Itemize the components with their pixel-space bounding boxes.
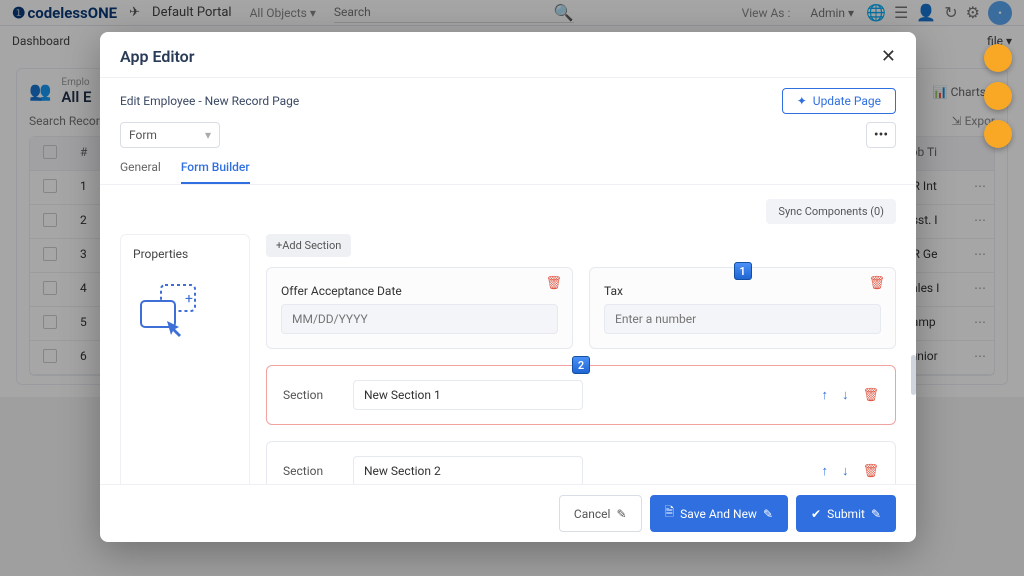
category-label: Emplo [61,77,91,88]
pencil-icon: ✎ [616,507,626,521]
row-checkbox[interactable] [43,179,57,193]
properties-panel: Properties + [120,234,250,484]
close-button[interactable]: ✕ [881,46,896,67]
globe-icon[interactable]: 🌐 [866,3,886,22]
row-actions[interactable]: ⋯ [964,171,994,205]
section-row-2[interactable]: Section ↑ ↓ 🗑 [266,441,896,484]
gear-icon[interactable]: ⚙ [966,3,980,22]
properties-label: Properties [133,247,237,261]
modal-title: App Editor [120,47,195,66]
row-actions[interactable]: ⋯ [964,341,994,375]
row-actions[interactable]: ⋯ [964,273,994,307]
row-actions[interactable]: ⋯ [964,205,994,239]
row-checkbox[interactable] [43,213,57,227]
move-up-button[interactable]: ↑ [821,463,828,479]
delete-section-button[interactable]: 🗑 [862,464,879,479]
chevron-down-icon: ▾ [205,128,211,142]
fab-3[interactable] [984,120,1012,148]
user-icon[interactable]: 👤 [916,3,936,22]
fab-1[interactable] [984,44,1012,72]
step-badge-2: 2 [572,356,590,374]
search-icon[interactable]: 🔍 [554,3,574,22]
section-name-input[interactable] [353,456,583,484]
check-icon: ✔ [811,507,821,521]
more-menu-button[interactable]: ••• [866,122,896,148]
date-input[interactable] [281,304,558,334]
save-and-new-button[interactable]: 🗎 Save And New ✎ [650,495,789,532]
portal-label[interactable]: Default Portal [152,5,232,20]
view-type-select[interactable]: Form▾ [120,122,220,148]
top-bar: ❶codelessONE ✈ Default Portal All Object… [0,0,1024,26]
delete-field-button[interactable]: 🗑 [545,276,562,291]
view-as-label: View As : [742,6,791,20]
update-page-button[interactable]: ✦Update Page [782,88,896,114]
submit-button[interactable]: ✔ Submit ✎ [796,495,896,532]
delete-section-button[interactable]: 🗑 [862,388,879,403]
tabs: General Form Builder [100,148,916,185]
send-icon: ✈ [129,5,140,20]
stack-icon[interactable]: ☰ [894,3,908,22]
pencil-icon: ✎ [871,507,881,521]
page-title: All E [61,88,91,106]
section-row-1[interactable]: 2 Section ↑ ↓ 🗑 [266,365,896,425]
avatar[interactable]: • [988,1,1012,25]
sync-components-button[interactable]: Sync Components (0) [766,199,896,224]
move-down-button[interactable]: ↓ [842,387,849,403]
tab-form-builder[interactable]: Form Builder [181,160,250,184]
row-checkbox[interactable] [43,247,57,261]
role-dropdown[interactable]: Admin ▾ [810,6,854,20]
logo: ❶codelessONE [12,4,117,22]
scrollbar-thumb[interactable] [911,355,916,395]
breadcrumb: Edit Employee - New Record Page [120,94,299,108]
save-icon: 🗎 [665,503,675,524]
global-search-input[interactable] [334,3,554,21]
section-label: Section [283,388,333,402]
all-objects-dropdown[interactable]: All Objects ▾ [250,6,316,20]
pencil-icon: ✎ [763,507,773,521]
delete-field-button[interactable]: 🗑 [868,276,885,291]
field-label: Tax [604,284,881,298]
row-actions[interactable]: ⋯ [964,307,994,341]
field-card-date: 🗑 Offer Acceptance Date [266,267,573,349]
section-name-input[interactable] [353,380,583,410]
row-checkbox[interactable] [43,349,57,363]
section-label: Section [283,464,333,478]
field-label: Offer Acceptance Date [281,284,558,298]
number-input[interactable] [604,304,881,334]
cancel-button[interactable]: Cancel ✎ [559,495,642,532]
step-badge-1: 1 [734,262,752,280]
group-icon: 👥 [29,81,51,102]
move-up-button[interactable]: ↑ [821,387,828,403]
drag-illustration-icon: + [133,281,203,341]
select-all-checkbox[interactable] [43,145,57,159]
add-section-button[interactable]: +Add Section [266,234,351,257]
row-checkbox[interactable] [43,281,57,295]
row-checkbox[interactable] [43,315,57,329]
app-editor-modal: App Editor ✕ Edit Employee - New Record … [100,32,916,542]
move-down-button[interactable]: ↓ [842,463,849,479]
wand-icon: ✦ [797,94,807,108]
nav-dashboard[interactable]: Dashboard [12,34,70,48]
row-actions[interactable]: ⋯ [964,239,994,273]
svg-text:+: + [185,291,193,307]
field-card-tax: 1 🗑 Tax [589,267,896,349]
fab-2[interactable] [984,82,1012,110]
history-icon[interactable]: ↻ [944,3,957,22]
tab-general[interactable]: General [120,160,161,184]
